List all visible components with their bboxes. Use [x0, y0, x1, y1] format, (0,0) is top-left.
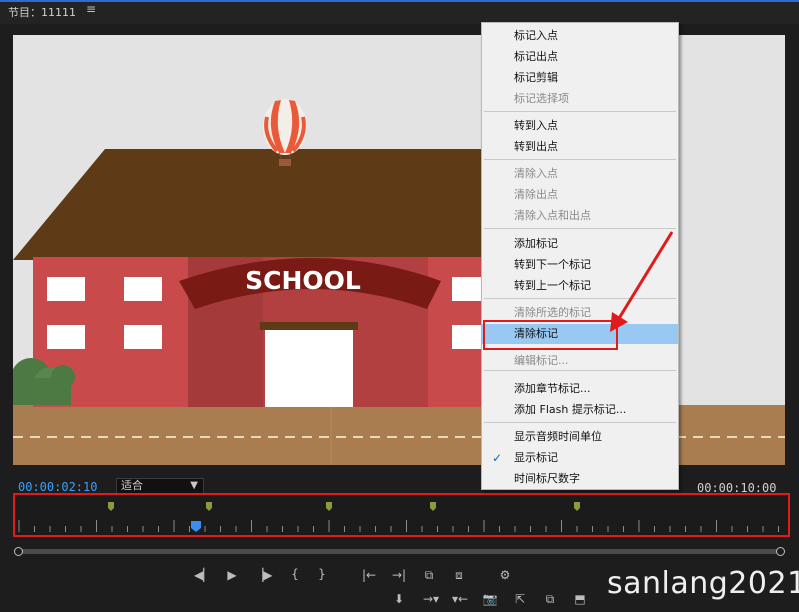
menu-item[interactable]: 显示音频时间单位 [482, 427, 678, 447]
extract-icon[interactable]: ⬒ [572, 592, 588, 606]
menu-item[interactable]: 转到入点 [482, 116, 678, 136]
mark-in-icon[interactable]: { [287, 567, 303, 581]
clip-marker [206, 502, 212, 511]
clip-marker [326, 502, 332, 511]
play-icon[interactable]: ▶ [224, 568, 240, 582]
chevron-down-icon: ▼ [190, 480, 198, 491]
playhead-marker [191, 521, 201, 532]
panel-title[interactable]: 节目：11111 [8, 4, 76, 20]
menu-item: 清除入点 [514, 167, 558, 180]
annotation-arrow [610, 231, 674, 332]
menu-item[interactable]: 添加 Flash 提示标记... [482, 400, 678, 420]
menu-separator [484, 111, 676, 112]
clip-marker [430, 502, 436, 511]
step-forward-icon[interactable]: ▕▶ [254, 568, 272, 582]
add-marker-icon[interactable]: ⬇ [391, 592, 407, 606]
menu-item[interactable]: 显示标记 [482, 448, 678, 468]
menu-item: 标记选择项 [514, 92, 569, 105]
settings-wrench-icon[interactable]: ⚙ [497, 568, 513, 582]
menu-item: 清除入点和出点 [514, 209, 591, 222]
clip-marker [574, 502, 580, 511]
go-to-out-icon[interactable]: →| [391, 568, 407, 582]
current-timecode[interactable]: 00:00:02:10 [18, 480, 97, 494]
mark-out-icon[interactable]: } [314, 567, 330, 581]
watermark-text: sanlang2021 [607, 566, 799, 601]
annotation-highlight-box [483, 320, 618, 350]
menu-item[interactable]: 标记剪辑 [482, 68, 678, 88]
menu-item[interactable]: 标记出点 [482, 47, 678, 67]
zoom-scroll-right-handle[interactable] [776, 547, 785, 556]
menu-separator [484, 422, 676, 423]
clip-marker [108, 502, 114, 511]
zoom-scroll-left-handle[interactable] [14, 547, 23, 556]
overwrite-icon[interactable]: ⧈ [451, 568, 467, 583]
menu-item: 清除出点 [514, 188, 558, 201]
camera-icon[interactable]: 📷 [482, 592, 498, 606]
school-sign-text: SCHOOL [245, 266, 361, 295]
insert-icon[interactable]: ⧉ [421, 568, 437, 583]
checkmark-icon: ✓ [492, 451, 503, 465]
go-to-in-icon[interactable]: |← [361, 568, 377, 582]
menu-item[interactable]: 标记入点 [482, 26, 678, 46]
time-ruler[interactable] [13, 493, 790, 537]
export-frame-icon[interactable]: ⇱ [512, 592, 528, 606]
fit-zoom-value: 适合 [121, 479, 143, 492]
menu-item[interactable]: 转到出点 [482, 137, 678, 157]
menu-item[interactable]: 添加章节标记... [482, 379, 678, 399]
go-to-next-marker-icon[interactable]: →▾ [423, 592, 439, 606]
time-ruler-graphic [18, 502, 779, 532]
hamburger-icon[interactable]: ≡ [86, 2, 96, 16]
fit-zoom-dropdown[interactable]: 适合 ▼ [116, 478, 204, 494]
lift-icon[interactable]: ⧉ [542, 592, 558, 607]
go-to-prev-marker-icon[interactable]: ▾← [452, 592, 468, 606]
menu-item: 编辑标记... [514, 354, 569, 367]
zoom-scroll-bar[interactable] [18, 549, 780, 554]
menu-separator [484, 159, 676, 160]
panel-title-bar [0, 0, 799, 24]
step-back-icon[interactable]: ◀▏ [194, 568, 212, 582]
menu-item[interactable]: 时间标尺数字 [482, 469, 678, 489]
